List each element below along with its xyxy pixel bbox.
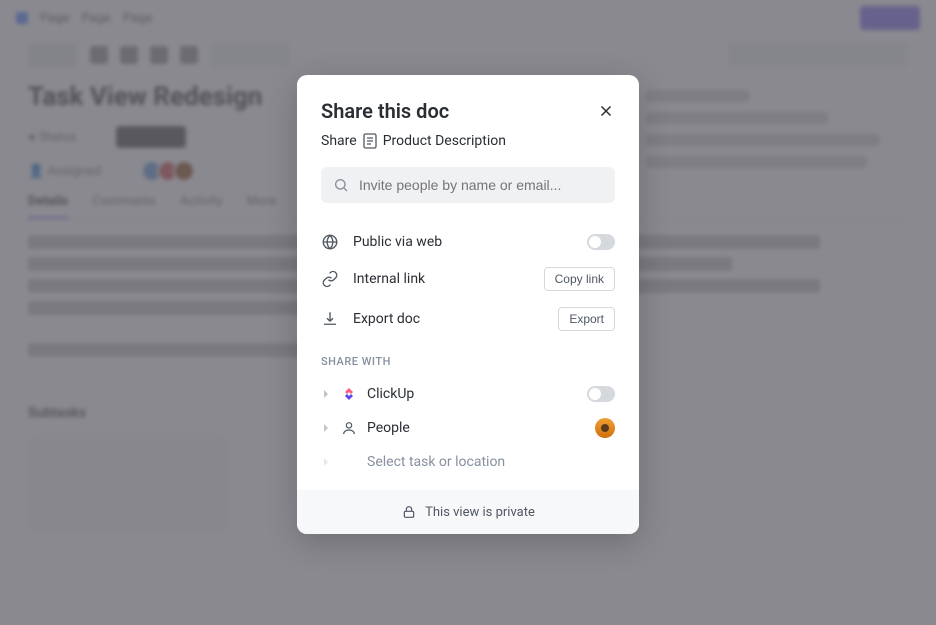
document-icon bbox=[363, 133, 377, 149]
share-modal: Share this doc Share Product Description… bbox=[297, 75, 639, 534]
avatar[interactable] bbox=[595, 418, 615, 438]
globe-icon bbox=[321, 233, 339, 251]
modal-footer: This view is private bbox=[297, 490, 639, 534]
lock-icon bbox=[401, 504, 417, 520]
breadcrumb: Share Product Description bbox=[321, 133, 615, 149]
invite-input[interactable] bbox=[359, 177, 603, 193]
chevron-right-icon bbox=[321, 457, 331, 467]
clickup-icon bbox=[341, 386, 357, 402]
chevron-right-icon bbox=[321, 423, 331, 433]
clickup-toggle[interactable] bbox=[587, 386, 615, 402]
share-with-section-label: SHARE WITH bbox=[321, 355, 615, 368]
modal-overlay[interactable]: Share this doc Share Product Description… bbox=[0, 0, 936, 625]
breadcrumb-label: Share bbox=[321, 133, 357, 149]
breadcrumb-doc-name: Product Description bbox=[383, 133, 506, 149]
public-web-row: Public via web bbox=[321, 225, 615, 259]
share-clickup-row[interactable]: ClickUp bbox=[321, 378, 615, 410]
invite-search[interactable] bbox=[321, 167, 615, 203]
public-web-label: Public via web bbox=[353, 234, 573, 250]
share-people-row[interactable]: People bbox=[321, 410, 615, 446]
search-icon bbox=[333, 177, 349, 193]
person-icon bbox=[341, 420, 357, 436]
select-task-row[interactable]: Select task or location bbox=[321, 446, 615, 478]
close-icon[interactable] bbox=[597, 102, 615, 120]
export-label: Export doc bbox=[353, 311, 544, 327]
privacy-status-text: This view is private bbox=[425, 505, 535, 520]
chevron-right-icon bbox=[321, 389, 331, 399]
select-task-label: Select task or location bbox=[367, 454, 505, 470]
share-people-label: People bbox=[367, 420, 585, 436]
public-toggle[interactable] bbox=[587, 234, 615, 250]
modal-title: Share this doc bbox=[321, 99, 449, 123]
link-icon bbox=[321, 270, 339, 288]
download-icon bbox=[321, 310, 339, 328]
export-row: Export doc Export bbox=[321, 299, 615, 339]
internal-link-row: Internal link Copy link bbox=[321, 259, 615, 299]
share-clickup-label: ClickUp bbox=[367, 386, 577, 402]
export-button[interactable]: Export bbox=[558, 307, 615, 331]
internal-link-label: Internal link bbox=[353, 271, 530, 287]
copy-link-button[interactable]: Copy link bbox=[544, 267, 615, 291]
